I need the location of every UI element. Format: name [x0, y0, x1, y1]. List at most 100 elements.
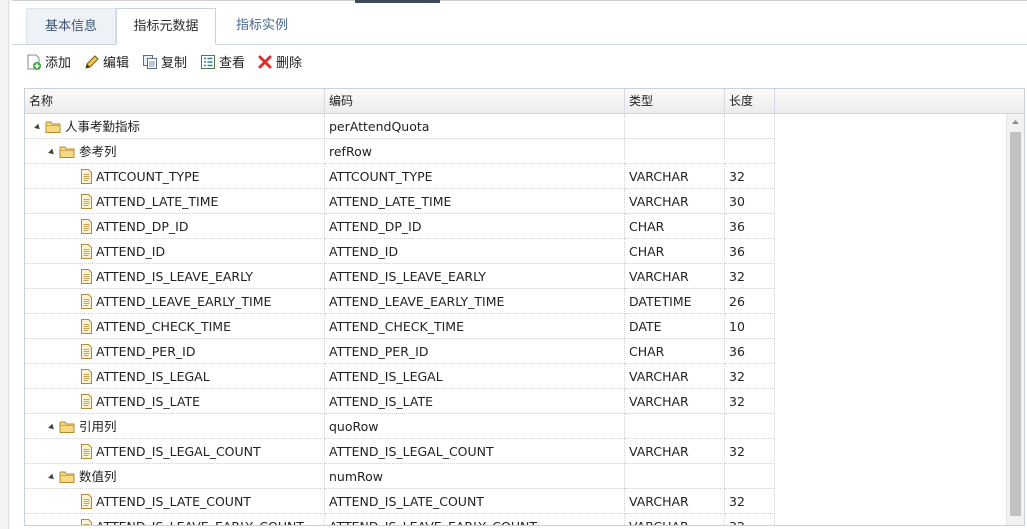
cell-code: ATTEND_IS_LEGAL [325, 364, 625, 389]
cell-type: VARCHAR [625, 189, 725, 214]
tree-leaf-row[interactable]: ATTEND_CHECK_TIME ATTEND_CHECK_TIME DATE 10 [25, 314, 1005, 339]
document-icon [81, 319, 92, 334]
cell-name: ATTEND_LEAVE_EARLY_TIME [25, 289, 325, 314]
add-label: 添加 [45, 56, 72, 71]
node-label: ATTEND_IS_LATE [96, 394, 200, 409]
copy-button[interactable]: 复制 [142, 54, 187, 74]
document-icon [81, 169, 92, 184]
node-label: ATTEND_ID [96, 244, 166, 259]
tree-folder-row[interactable]: 人事考勤指标 perAttendQuota [25, 114, 1005, 139]
expand-toggle-icon[interactable] [48, 473, 56, 482]
edit-button[interactable]: 编辑 [84, 54, 129, 74]
tree-folder-row[interactable]: 引用列 quoRow [25, 414, 1005, 439]
tree-leaf-row[interactable]: ATTEND_IS_LATE ATTEND_IS_LATE VARCHAR 32 [25, 389, 1005, 414]
cell-code: numRow [325, 464, 625, 489]
document-icon [81, 294, 92, 309]
top-divider [12, 0, 1027, 1]
tab-metric-metadata[interactable]: 指标元数据 [116, 8, 216, 45]
tree-leaf-row[interactable]: ATTCOUNT_TYPE ATTCOUNT_TYPE VARCHAR 32 [25, 164, 1005, 189]
cell-length: 30 [725, 189, 775, 214]
vertical-scrollbar[interactable] [1006, 114, 1024, 525]
cell-length [725, 139, 775, 164]
cell-code: ATTEND_IS_LATE_COUNT [325, 489, 625, 514]
column-header-name[interactable]: 名称 [25, 89, 325, 113]
left-panel-strip [0, 0, 10, 529]
cell-type: VARCHAR [625, 489, 725, 514]
node-label: ATTEND_LATE_TIME [96, 194, 219, 209]
cell-type: VARCHAR [625, 514, 725, 525]
tab-basic-info[interactable]: 基本信息 [26, 8, 116, 44]
edit-icon [85, 55, 99, 69]
cell-length: 10 [725, 314, 775, 339]
column-header-length[interactable]: 长度 [725, 89, 775, 113]
tab-bar: 基本信息 指标元数据 指标实例 [12, 6, 1027, 45]
cell-name: ATTEND_DP_ID [25, 214, 325, 239]
cell-code: refRow [325, 139, 625, 164]
document-icon [81, 444, 92, 459]
scroll-up-arrow-icon[interactable] [1007, 114, 1024, 131]
cell-length [725, 464, 775, 489]
tree-leaf-row[interactable]: ATTEND_DP_ID ATTEND_DP_ID CHAR 36 [25, 214, 1005, 239]
copy-label: 复制 [161, 56, 188, 71]
cell-length: 36 [725, 214, 775, 239]
cell-length: 36 [725, 339, 775, 364]
cell-type [625, 464, 725, 489]
top-accent-bar [355, 0, 440, 3]
node-label: ATTEND_IS_LEGAL [96, 369, 210, 384]
column-header-code[interactable]: 编码 [325, 89, 625, 113]
expand-toggle-icon[interactable] [48, 423, 56, 432]
node-label: 参考列 [79, 144, 117, 159]
tree-leaf-row[interactable]: ATTEND_PER_ID ATTEND_PER_ID CHAR 36 [25, 339, 1005, 364]
cell-code: ATTEND_IS_LATE [325, 389, 625, 414]
cell-name: ATTEND_IS_LEAVE_EARLY_COUNT [25, 514, 325, 525]
cell-name: 参考列 [25, 139, 325, 164]
cell-length: 32 [725, 514, 775, 525]
cell-length: 32 [725, 489, 775, 514]
cell-name: ATTEND_IS_LATE_COUNT [25, 489, 325, 514]
tree-leaf-row[interactable]: ATTEND_IS_LEGAL ATTEND_IS_LEGAL VARCHAR 32 [25, 364, 1005, 389]
cell-type [625, 414, 725, 439]
tree-leaf-row[interactable]: ATTEND_IS_LEAVE_EARLY ATTEND_IS_LEAVE_EAR… [25, 264, 1005, 289]
tree-leaf-row[interactable]: ATTEND_ID ATTEND_ID CHAR 36 [25, 239, 1005, 264]
node-label: 引用列 [79, 419, 117, 434]
cell-type [625, 139, 725, 164]
add-button[interactable]: 添加 [26, 54, 71, 74]
tree-folder-row[interactable]: 数值列 numRow [25, 464, 1005, 489]
delete-button[interactable]: 删除 [257, 54, 302, 74]
scrollbar-thumb[interactable] [1010, 132, 1021, 516]
cell-type: VARCHAR [625, 439, 725, 464]
node-label: ATTEND_IS_LATE_COUNT [96, 494, 251, 509]
cell-length: 32 [725, 389, 775, 414]
view-button[interactable]: 查看 [200, 54, 245, 74]
column-header-type[interactable]: 类型 [625, 89, 725, 113]
expand-toggle-icon[interactable] [48, 148, 56, 157]
cell-code: ATTEND_LEAVE_EARLY_TIME [325, 289, 625, 314]
tree-folder-row[interactable]: 参考列 refRow [25, 139, 1005, 164]
document-icon [81, 494, 92, 509]
left-panel-edge [8, 0, 9, 529]
cell-name: 数值列 [25, 464, 325, 489]
tab-metric-instance[interactable]: 指标实例 [216, 8, 308, 44]
cell-type: CHAR [625, 339, 725, 364]
cell-type: CHAR [625, 239, 725, 264]
folder-icon [59, 421, 75, 433]
cell-name: ATTEND_ID [25, 239, 325, 264]
folder-icon [59, 146, 75, 158]
document-icon [81, 244, 92, 259]
cell-type [625, 114, 725, 139]
cell-name: ATTEND_IS_LEAVE_EARLY [25, 264, 325, 289]
cell-length: 32 [725, 439, 775, 464]
tree-leaf-row[interactable]: ATTEND_IS_LATE_COUNT ATTEND_IS_LATE_COUNT… [25, 489, 1005, 514]
cell-code: ATTEND_ID [325, 239, 625, 264]
expand-toggle-icon[interactable] [34, 123, 42, 132]
cell-name: ATTEND_CHECK_TIME [25, 314, 325, 339]
node-label: ATTCOUNT_TYPE [96, 169, 200, 184]
cell-type: DATETIME [625, 289, 725, 314]
grid-body: 人事考勤指标 perAttendQuota 参考列 refRow ATTCOUNT_TY… [25, 114, 1005, 525]
cell-length [725, 114, 775, 139]
tree-leaf-row[interactable]: ATTEND_LATE_TIME ATTEND_LATE_TIME VARCHAR 3… [25, 189, 1005, 214]
tree-leaf-row[interactable]: ATTEND_IS_LEGAL_COUNT ATTEND_IS_LEGAL_COU… [25, 439, 1005, 464]
cell-type: VARCHAR [625, 364, 725, 389]
tree-leaf-row[interactable]: ATTEND_IS_LEAVE_EARLY_COUNT ATTEND_IS_LEA… [25, 514, 1005, 525]
tree-leaf-row[interactable]: ATTEND_LEAVE_EARLY_TIME ATTEND_LEAVE_EARL… [25, 289, 1005, 314]
